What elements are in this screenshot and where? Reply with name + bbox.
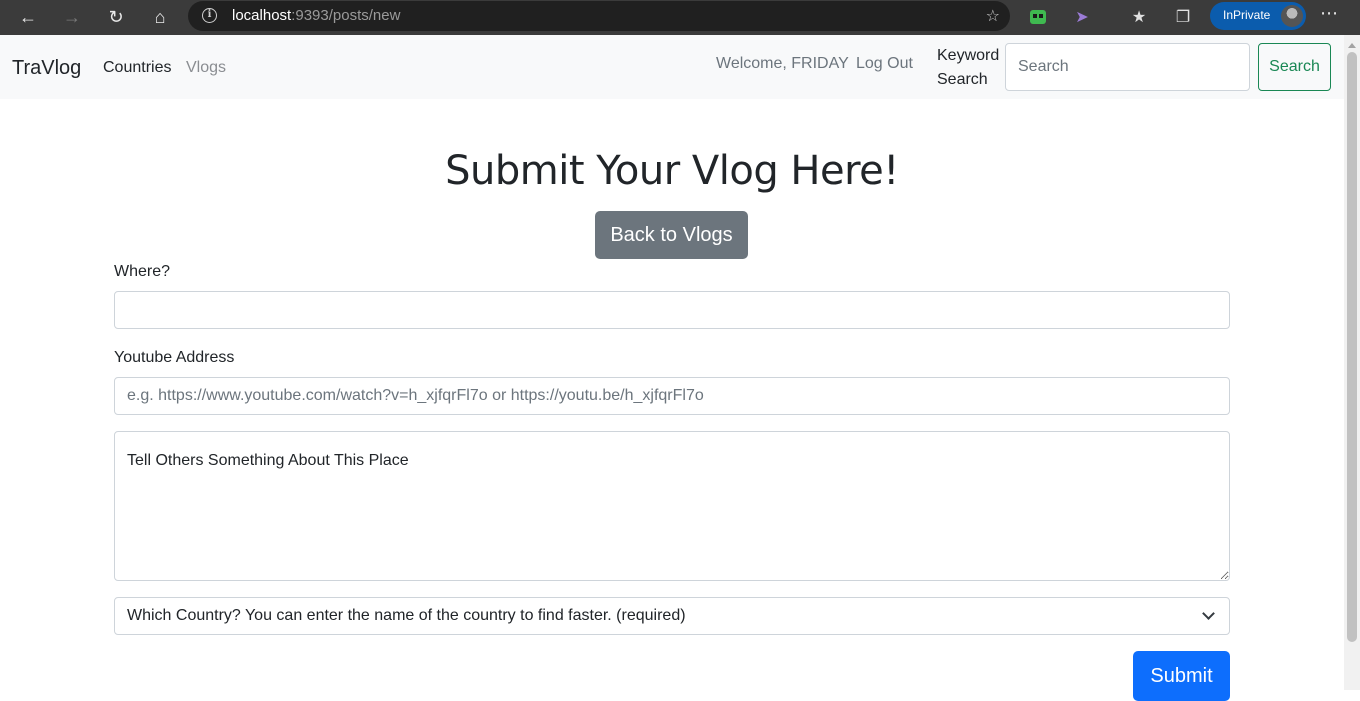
- keyword-search-label: Keyword Search: [937, 47, 1000, 88]
- where-label: Where?: [114, 263, 171, 280]
- chevron-down-icon: [1202, 607, 1215, 620]
- extension-icon[interactable]: [1026, 5, 1050, 29]
- youtube-address-input[interactable]: [114, 377, 1230, 415]
- collections-icon[interactable]: ❐: [1171, 5, 1195, 29]
- welcome-text: Welcome, FRIDAY: [716, 55, 849, 72]
- where-input[interactable]: [114, 291, 1230, 329]
- inprivate-badge[interactable]: InPrivate: [1210, 2, 1306, 30]
- back-to-vlogs-button[interactable]: Back to Vlogs: [595, 211, 748, 259]
- add-favorite-icon[interactable]: ☆: [986, 6, 1000, 26]
- home-icon[interactable]: ⌂: [146, 4, 174, 30]
- browser-toolbar: ← → ↻ ⌂ i localhost:9393/posts/new ☆ ➤ ★…: [0, 0, 1360, 35]
- more-options-icon[interactable]: ⋯: [1320, 3, 1339, 24]
- site-navbar: TraVlog Countries Vlogs Welcome, FRIDAY …: [0, 35, 1344, 99]
- address-bar[interactable]: i localhost:9393/posts/new ☆: [188, 1, 1010, 31]
- logout-link[interactable]: Log Out: [856, 55, 913, 73]
- page-title: Submit Your Vlog Here!: [445, 148, 899, 194]
- scrollbar-thumb[interactable]: [1347, 52, 1357, 642]
- search-input[interactable]: [1005, 43, 1250, 91]
- profile-avatar: [1281, 5, 1303, 27]
- youtube-label: Youtube Address: [114, 349, 235, 366]
- country-select-value: Which Country? You can enter the name of…: [127, 607, 686, 624]
- country-select[interactable]: Which Country? You can enter the name of…: [114, 597, 1230, 635]
- forward-arrow-icon[interactable]: →: [58, 4, 86, 30]
- favorites-icon[interactable]: ★: [1127, 5, 1151, 29]
- nav-link-countries[interactable]: Countries: [103, 59, 171, 77]
- description-textarea[interactable]: [114, 431, 1230, 581]
- extension-cursor-icon[interactable]: ➤: [1070, 5, 1094, 29]
- site-info-icon[interactable]: i: [202, 8, 217, 23]
- scroll-up-icon[interactable]: [1348, 43, 1356, 48]
- address-url[interactable]: localhost:9393/posts/new: [232, 7, 400, 24]
- submit-button[interactable]: Submit: [1133, 651, 1230, 701]
- search-button[interactable]: Search: [1258, 43, 1331, 91]
- nav-link-vlogs[interactable]: Vlogs: [186, 59, 226, 77]
- back-arrow-icon[interactable]: ←: [14, 4, 42, 30]
- reload-icon[interactable]: ↻: [102, 4, 130, 30]
- page-scrollbar[interactable]: [1344, 35, 1360, 690]
- brand-logo[interactable]: TraVlog: [12, 57, 81, 80]
